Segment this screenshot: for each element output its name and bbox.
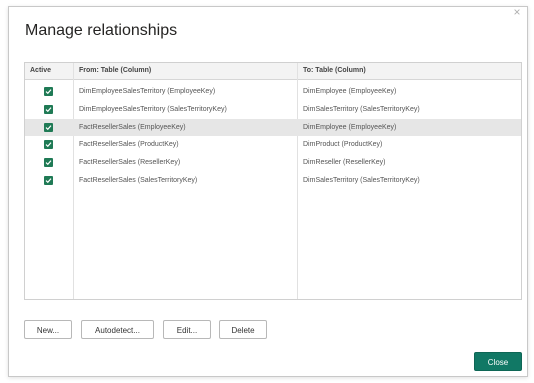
- new-button[interactable]: New...: [24, 320, 72, 339]
- table-header: Active From: Table (Column) To: Table (C…: [25, 63, 521, 80]
- row-to: DimEmployee (EmployeeKey): [303, 88, 397, 95]
- active-checkbox[interactable]: [44, 158, 53, 168]
- row-from: DimEmployeeSalesTerritory (SalesTerritor…: [79, 105, 227, 113]
- active-checkbox[interactable]: [44, 122, 53, 132]
- relationships-table: Active From: Table (Column) To: Table (C…: [24, 62, 522, 300]
- active-checkbox[interactable]: [44, 104, 53, 114]
- check-icon: [45, 178, 52, 184]
- row-from: FactResellerSales (ProductKey): [79, 141, 179, 149]
- active-checkbox[interactable]: [44, 87, 53, 96]
- row-to: DimReseller (ResellerKey): [303, 159, 386, 167]
- manage-relationships-dialog: × Manage relationships Active From: Tabl…: [8, 5, 528, 377]
- active-checkbox[interactable]: [44, 176, 53, 185]
- check-icon: [45, 124, 52, 130]
- check-icon: [45, 160, 52, 166]
- header-to: To: Table (Column): [303, 67, 366, 74]
- close-button[interactable]: Close: [474, 352, 522, 371]
- table-row[interactable]: FactResellerSales (ResellerKey) DimResel…: [25, 154, 521, 172]
- active-checkbox[interactable]: [44, 140, 53, 150]
- row-from: FactResellerSales (SalesTerritoryKey): [79, 177, 198, 184]
- dialog-title: Manage relationships: [25, 22, 178, 39]
- check-icon: [45, 142, 52, 148]
- table-row[interactable]: FactResellerSales (ProductKey) DimProduc…: [25, 136, 521, 154]
- row-to: DimProduct (ProductKey): [303, 141, 383, 149]
- row-from: DimEmployeeSalesTerritory (EmployeeKey): [79, 88, 216, 95]
- table-row[interactable]: FactResellerSales (SalesTerritoryKey) Di…: [25, 172, 521, 190]
- row-from: FactResellerSales (ResellerKey): [79, 159, 181, 167]
- row-to: DimEmployee (EmployeeKey): [303, 123, 397, 131]
- table-row[interactable]: DimEmployeeSalesTerritory (EmployeeKey) …: [25, 83, 521, 101]
- header-active: Active: [30, 67, 52, 74]
- row-to: DimSalesTerritory (SalesTerritoryKey): [303, 105, 420, 113]
- header-from: From: Table (Column): [79, 67, 152, 74]
- table-row[interactable]: DimEmployeeSalesTerritory (SalesTerritor…: [25, 101, 521, 119]
- check-icon: [45, 89, 52, 95]
- edit-button[interactable]: Edit...: [163, 320, 211, 339]
- delete-button[interactable]: Delete: [219, 320, 267, 339]
- table-row-selected[interactable]: FactResellerSales (EmployeeKey) DimEmplo…: [25, 118, 521, 137]
- check-icon: [45, 107, 52, 112]
- autodetect-button[interactable]: Autodetect...: [81, 320, 154, 339]
- close-icon[interactable]: ×: [510, 5, 524, 19]
- row-from: FactResellerSales (EmployeeKey): [79, 123, 186, 131]
- row-to: DimSalesTerritory (SalesTerritoryKey): [303, 177, 420, 184]
